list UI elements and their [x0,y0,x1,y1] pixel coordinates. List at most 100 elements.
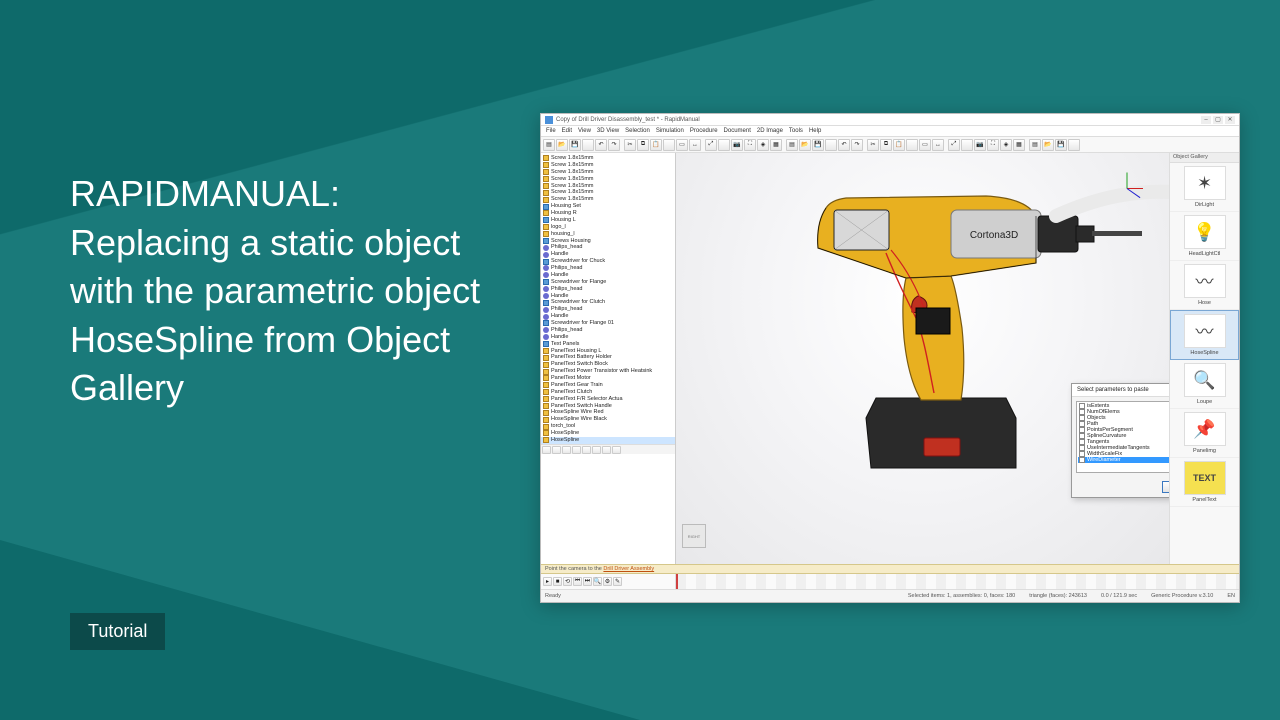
tree-item[interactable]: Philips_head [541,286,675,293]
tree-item[interactable]: Screw 1.8x15mm [541,169,675,176]
tree-item[interactable]: logo_l [541,224,675,231]
toolbar-button[interactable]: ↔ [689,139,701,151]
tl-btn[interactable]: ⏮ [573,577,582,586]
tree-item[interactable]: PanelText Housing L [541,348,675,355]
tree-item[interactable]: PanelText Power Transistor with Heatsink [541,368,675,375]
toolbar-button[interactable]: ↷ [851,139,863,151]
tree-item[interactable]: Screwdriver for Chuck [541,258,675,265]
close-button[interactable]: ✕ [1225,116,1235,124]
tree-item[interactable]: Screw 1.8x15mm [541,196,675,203]
toolbar-button[interactable]: ▤ [543,139,555,151]
toolbar-button[interactable]: 📷 [731,139,743,151]
toolbar-button[interactable]: ◈ [1000,139,1012,151]
toolbar-button[interactable]: ⛶ [987,139,999,151]
menu-3d-view[interactable]: 3D View [597,128,619,134]
toolbar-button[interactable]: ↷ [608,139,620,151]
tree-item[interactable]: Screwdriver for Clutch [541,299,675,306]
tree-item[interactable]: Text Panels [541,341,675,348]
menu-simulation[interactable]: Simulation [656,128,684,134]
toolbar-button[interactable]: 📋 [893,139,905,151]
menu-2d-image[interactable]: 2D Image [757,128,783,134]
toolbar-button[interactable] [961,139,973,151]
tree-btn[interactable] [562,446,571,454]
tree-item[interactable]: torch_tool [541,423,675,430]
view-cube[interactable]: RIGHT [682,524,712,554]
tree-item[interactable]: HoseSpline [541,437,675,444]
toolbar-button[interactable]: ⛶ [744,139,756,151]
tl-btn[interactable]: ⚙ [603,577,612,586]
window-titlebar[interactable]: Copy of Drill Driver Disassembly_test * … [541,114,1239,126]
toolbar-button[interactable]: ↶ [595,139,607,151]
tree-item[interactable]: PanelText F/R Selector Actua [541,396,675,403]
tree-item[interactable]: Screw 1.8x15mm [541,162,675,169]
tree-btn[interactable] [552,446,561,454]
tree-item[interactable]: Housing R [541,210,675,217]
tl-btn[interactable]: 🔍 [593,577,602,586]
toolbar-button[interactable]: 💾 [812,139,824,151]
toolbar-button[interactable] [663,139,675,151]
tree-item[interactable]: PanelText Switch Block [541,361,675,368]
tree-item[interactable]: Screw 1.8x15mm [541,176,675,183]
toolbar-button[interactable]: ◈ [757,139,769,151]
tree-item[interactable]: Housing L [541,217,675,224]
tree-item[interactable]: PanelText Motor [541,375,675,382]
toolbar-button[interactable]: 💾 [569,139,581,151]
tree-item[interactable]: PanelText Battery Holder [541,354,675,361]
toolbar-button[interactable]: ✂ [624,139,636,151]
ok-button[interactable]: OK [1162,481,1169,493]
toolbar-button[interactable] [906,139,918,151]
gallery-item-dirlight[interactable]: ✶DirLight [1170,163,1239,212]
tree-item[interactable]: Handle [541,313,675,320]
menu-procedure[interactable]: Procedure [690,128,718,134]
toolbar-button[interactable]: 📋 [650,139,662,151]
menu-selection[interactable]: Selection [625,128,650,134]
gallery-item-loupe[interactable]: 🔍Loupe [1170,360,1239,409]
toolbar-button[interactable] [825,139,837,151]
toolbar-button[interactable]: ⧉ [880,139,892,151]
toolbar-button[interactable] [1068,139,1080,151]
toolbar-button[interactable]: ⧉ [637,139,649,151]
tree-item[interactable]: Philips_head [541,244,675,251]
tree-item[interactable]: Philips_head [541,265,675,272]
tree-item[interactable]: Screwdriver for Flange 01 [541,320,675,327]
tree-item[interactable]: Handle [541,272,675,279]
tree-item[interactable]: PanelText Gear Train [541,382,675,389]
tree-btn[interactable] [542,446,551,454]
tl-play-button[interactable]: ▸ [543,577,552,586]
project-tree[interactable]: Screw 1.8x15mmScrew 1.8x15mmScrew 1.8x15… [541,153,676,564]
tree-item[interactable]: HoseSpline Wire Red [541,409,675,416]
toolbar-button[interactable]: 📂 [1042,139,1054,151]
gallery-item-panelimg[interactable]: 📌Panelimg [1170,409,1239,458]
tree-btn[interactable] [602,446,611,454]
toolbar-button[interactable] [582,139,594,151]
menu-help[interactable]: Help [809,128,821,134]
tree-item[interactable]: PanelText Clutch [541,389,675,396]
procedure-link[interactable]: Drill Driver Assembly [603,566,654,572]
menu-file[interactable]: File [546,128,556,134]
menu-tools[interactable]: Tools [789,128,803,134]
tree-item[interactable]: Screw 1.8x15mm [541,183,675,190]
tree-item[interactable]: HoseSpline [541,430,675,437]
toolbar-button[interactable]: ▭ [676,139,688,151]
timeline-track[interactable] [676,574,1239,589]
tree-btn[interactable] [612,446,621,454]
tree-item[interactable]: Handle [541,293,675,300]
toolbar-button[interactable]: ↶ [838,139,850,151]
tree-item[interactable]: HoseSpline Wire Black [541,416,675,423]
gallery-item-paneltext[interactable]: TEXTPanelText [1170,458,1239,507]
tl-btn[interactable]: ✎ [613,577,622,586]
dialog-param-list[interactable]: isExtentsNumOfElemsObjectsPathPointsPerS… [1076,401,1169,473]
tree-item[interactable]: Screws Housing [541,238,675,245]
viewcube-face[interactable]: RIGHT [682,524,706,548]
toolbar-button[interactable]: ↔ [932,139,944,151]
param-option-selected[interactable]: WireDiameter [1078,457,1169,463]
tree-item[interactable]: Screw 1.8x15mm [541,155,675,162]
menu-edit[interactable]: Edit [562,128,572,134]
toolbar-button[interactable] [718,139,730,151]
minimize-button[interactable]: – [1201,116,1211,124]
menu-document[interactable]: Document [724,128,751,134]
toolbar-button[interactable]: 📂 [799,139,811,151]
tree-item[interactable]: Handle [541,251,675,258]
timeline-playhead[interactable] [676,574,678,589]
tl-btn[interactable]: ⏭ [583,577,592,586]
